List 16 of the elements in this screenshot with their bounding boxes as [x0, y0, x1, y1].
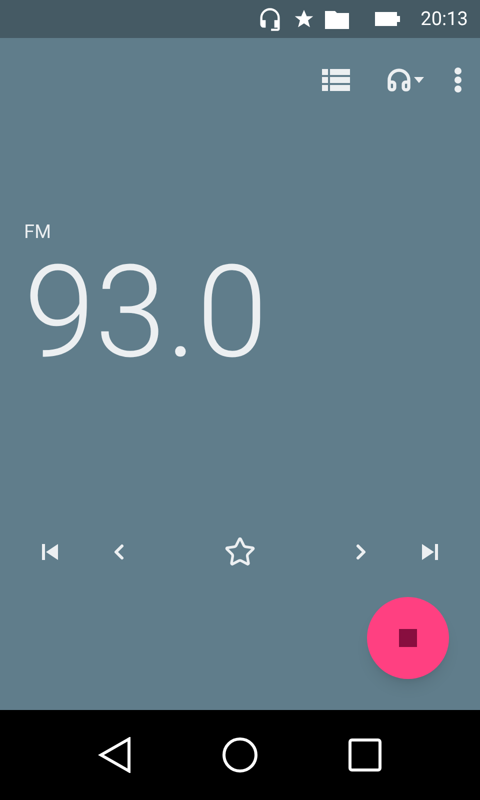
- recents-icon[interactable]: [348, 738, 382, 772]
- band-label: FM: [24, 222, 52, 241]
- clock-time: 20:13: [420, 6, 468, 32]
- skip-previous-icon: [40, 542, 60, 562]
- list-icon: [322, 68, 350, 92]
- star-icon: [292, 8, 315, 30]
- back-icon[interactable]: [98, 737, 132, 773]
- frequency-display: 93.0: [24, 249, 269, 377]
- dropdown-caret-icon: [414, 77, 424, 83]
- skip-next-icon: [420, 542, 440, 562]
- stop-icon: [399, 629, 417, 647]
- sd-card-icon: [324, 9, 351, 29]
- more-icon: [454, 67, 462, 93]
- home-icon[interactable]: [222, 737, 258, 773]
- battery-icon: [374, 11, 401, 27]
- headphones-icon: [386, 67, 412, 93]
